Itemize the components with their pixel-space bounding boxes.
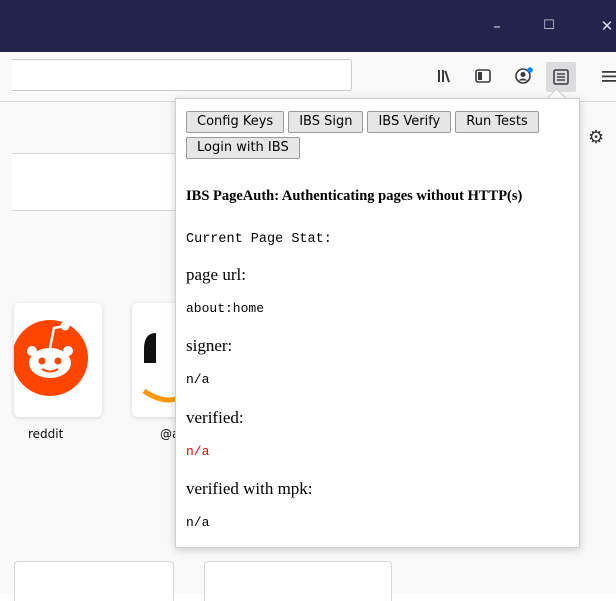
minimize-icon: – [493, 17, 501, 35]
maximize-icon: ☐ [543, 18, 555, 33]
window-titlebar: – ☐ ✕ [0, 0, 616, 52]
highlight-card[interactable] [14, 561, 174, 601]
close-button[interactable]: ✕ [592, 0, 616, 52]
topsite-tile-reddit[interactable] [14, 303, 102, 417]
popup-heading: IBS PageAuth: Authenticating pages witho… [186, 188, 523, 204]
reddit-icon [14, 320, 88, 396]
verified-mpk-value: n/a [186, 515, 210, 530]
config-keys-button[interactable]: Config Keys [186, 111, 285, 133]
popup-button-row: Config Keys IBS Sign IBS Verify Run Tests Lo… [186, 111, 576, 163]
extension-button[interactable] [546, 62, 576, 92]
sidebar-icon[interactable] [474, 67, 492, 85]
close-icon: ✕ [600, 17, 614, 35]
menu-icon[interactable] [600, 67, 616, 85]
maximize-button[interactable]: ☐ [534, 0, 564, 52]
verified-value: n/a [186, 444, 210, 459]
ibs-verify-button[interactable]: IBS Verify [367, 111, 452, 133]
verified-mpk-label: verified with mpk: [186, 479, 313, 498]
page-stat-title: Current Page Stat: [186, 232, 332, 247]
library-icon[interactable] [436, 67, 454, 85]
highlight-card[interactable] [204, 561, 392, 601]
page-url-label: page url: [186, 265, 246, 284]
run-tests-button[interactable]: Run Tests [455, 111, 539, 133]
login-with-ibs-button[interactable]: Login with IBS [186, 137, 300, 159]
page-url-value: about:home [186, 301, 265, 316]
verified-label: verified: [186, 408, 244, 427]
settings-icon[interactable]: ⚙ [588, 127, 604, 148]
ibs-sign-button[interactable]: IBS Sign [288, 111, 364, 133]
signer-value: n/a [186, 372, 210, 387]
minimize-button[interactable]: – [482, 0, 512, 52]
signer-label: signer: [186, 336, 233, 355]
account-icon[interactable] [514, 67, 533, 85]
extension-popup: Config Keys IBS Sign IBS Verify Run Tests Lo… [175, 98, 580, 548]
topsite-label-reddit: reddit [28, 427, 64, 441]
url-bar[interactable] [12, 59, 352, 91]
